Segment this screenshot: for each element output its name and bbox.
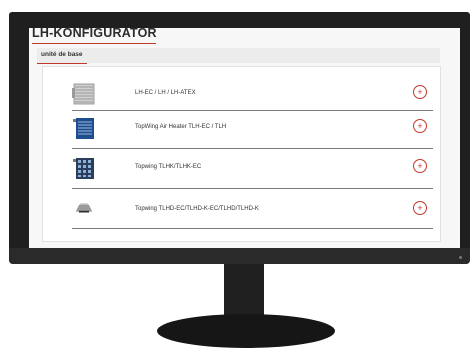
product-label: LH-EC / LH / LH-ATEX xyxy=(135,90,196,96)
page-title: LH-KONFIGURATOR xyxy=(32,26,157,40)
monitor-stand-base xyxy=(157,314,335,348)
add-product-button[interactable]: + xyxy=(413,85,427,99)
grille-heater-icon xyxy=(72,83,95,105)
title-underline xyxy=(32,43,156,44)
monitor-stand-neck xyxy=(224,264,264,320)
blue-coil-heater-icon xyxy=(73,118,94,139)
product-row[interactable]: Topwing TLHD-EC/TLHD-K-EC/TLHD/TLHD-K + xyxy=(72,198,433,226)
add-product-button[interactable]: + xyxy=(413,159,427,173)
product-label: Topwing TLHD-EC/TLHD-K-EC/TLHD/TLHD-K xyxy=(135,206,259,212)
section-label: unité de base xyxy=(41,51,83,58)
product-row[interactable]: TopWing Air Heater TLH-EC / TLH + xyxy=(72,116,433,144)
add-product-button[interactable]: + xyxy=(413,119,427,133)
row-divider xyxy=(72,188,433,189)
section-header: unité de base xyxy=(37,48,440,63)
add-product-button[interactable]: + xyxy=(413,201,427,215)
product-label: Topwing TLHK/TLHK-EC xyxy=(135,164,202,170)
coil-grid-heater-icon xyxy=(73,158,94,179)
monitor-chin xyxy=(9,248,470,264)
section-underline xyxy=(37,63,87,64)
row-divider xyxy=(72,148,433,149)
row-divider xyxy=(72,228,433,229)
product-label: TopWing Air Heater TLH-EC / TLH xyxy=(135,124,227,130)
row-divider xyxy=(72,110,433,111)
product-row[interactable]: Topwing TLHK/TLHK-EC + xyxy=(72,156,433,184)
power-indicator-icon xyxy=(459,256,462,259)
ceiling-unit-icon xyxy=(75,203,93,213)
product-row[interactable]: LH-EC / LH / LH-ATEX + xyxy=(72,82,433,110)
